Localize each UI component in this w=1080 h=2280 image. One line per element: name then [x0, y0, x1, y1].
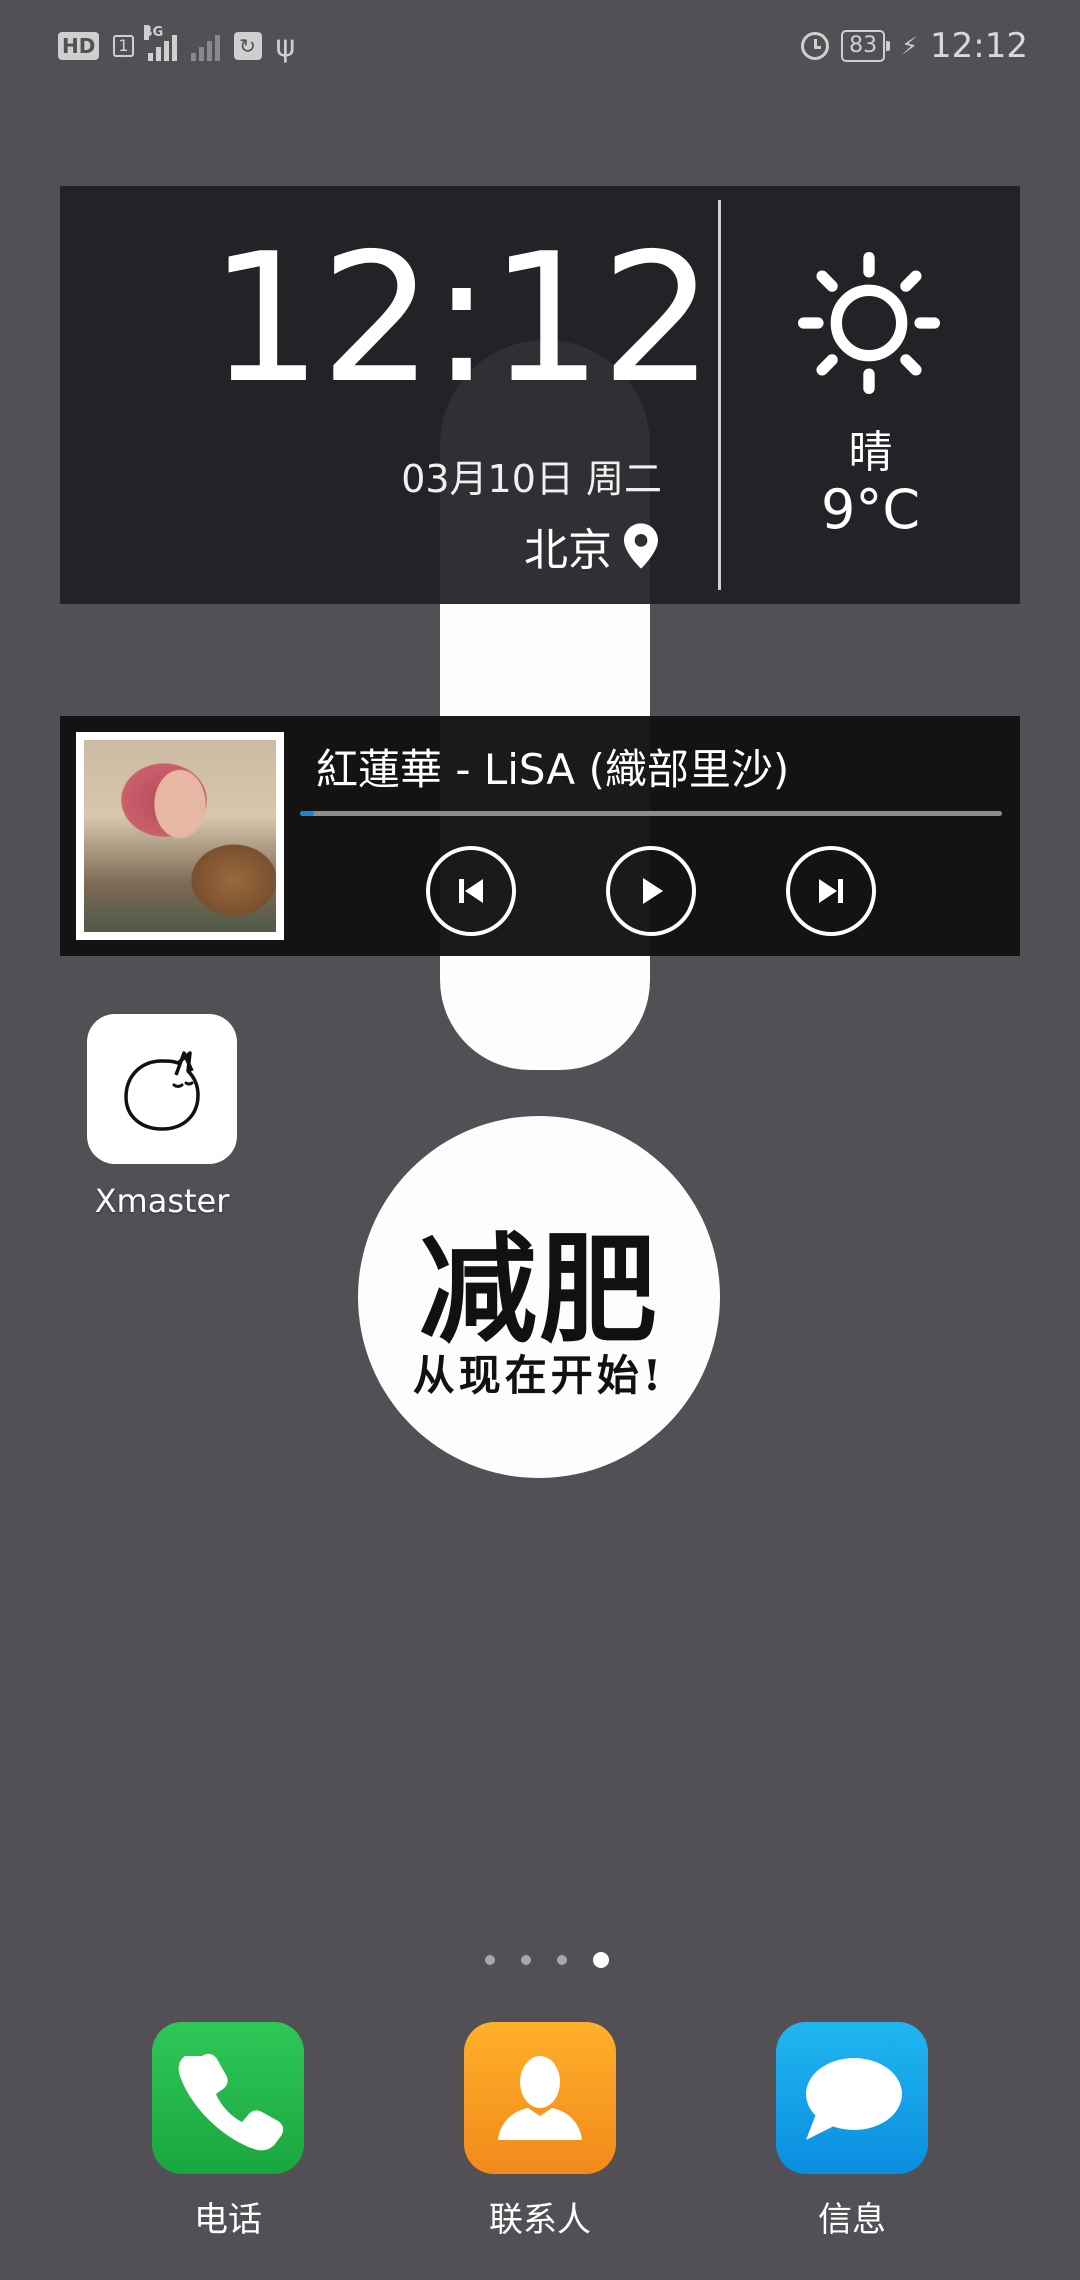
album-art[interactable]: [76, 732, 284, 940]
message-icon: [806, 2058, 902, 2140]
city-name: 北京: [524, 525, 612, 576]
status-bar: HD 1 4G ↻ ψ 83 ⚡ 12:12: [0, 0, 1080, 92]
status-bar-time: 12:12: [930, 26, 1028, 66]
alarm-icon: [801, 32, 830, 60]
network-type-label: 4G: [143, 25, 164, 40]
sun-icon: [798, 252, 940, 394]
wallpaper-headline: 减肥: [418, 1220, 659, 1359]
sim-slot-indicator: 1: [113, 35, 134, 57]
dock-app-phone[interactable]: 电话: [118, 2022, 338, 2241]
play-icon: [643, 878, 663, 904]
page-dot[interactable]: [521, 1955, 531, 1965]
sync-icon: ↻: [233, 32, 262, 60]
playback-progress-bar[interactable]: [300, 811, 1002, 816]
dock-label-contacts: 联系人: [489, 2200, 591, 2240]
no-signal-icon: [190, 31, 220, 61]
battery-level: 83: [841, 30, 891, 62]
page-dot-active[interactable]: [593, 1952, 609, 1968]
app-xmaster[interactable]: Xmaster: [54, 1014, 270, 1220]
wallpaper-exclamation-dot: 减肥 从现在开始!: [358, 1116, 720, 1478]
dock-label-messages: 信息: [818, 2200, 886, 2240]
contacts-icon: [498, 2056, 582, 2140]
signal-strength-icon: 4G: [143, 25, 177, 61]
play-button[interactable]: [606, 846, 696, 936]
contacts-app-icon[interactable]: [464, 2022, 616, 2174]
xmaster-app-icon[interactable]: [87, 1014, 237, 1164]
location-pin-icon: [624, 523, 658, 569]
dock-label-phone: 电话: [194, 2200, 262, 2240]
weather-panel[interactable]: 晴 9°C: [721, 186, 1020, 604]
page-dot[interactable]: [485, 1955, 495, 1965]
status-bar-left: HD 1 4G ↻ ψ: [58, 24, 295, 68]
widget-city: 北京: [524, 514, 658, 578]
usb-icon: ψ: [275, 28, 296, 64]
previous-track-button[interactable]: [426, 846, 516, 936]
music-player-widget[interactable]: 紅蓮華 - LiSA (織部里沙): [60, 716, 1020, 956]
messages-app-icon[interactable]: [776, 2022, 928, 2174]
dock-app-messages[interactable]: 信息: [742, 2022, 962, 2241]
skip-next-icon: [819, 879, 843, 903]
song-title: 紅蓮華 - LiSA (織部里沙): [316, 745, 790, 794]
app-label-xmaster: Xmaster: [94, 1182, 230, 1220]
page-dot[interactable]: [557, 1955, 567, 1965]
page-indicator[interactable]: [0, 1952, 1080, 1968]
next-track-button[interactable]: [786, 846, 876, 936]
phone-icon: [178, 2053, 284, 2151]
cat-icon: [124, 1051, 200, 1131]
status-bar-right: 83 ⚡ 12:12: [801, 22, 1028, 70]
weather-condition: 晴: [848, 427, 893, 478]
clock-weather-widget[interactable]: 12:12 03月10日 周二 北京 晴 9°C: [60, 186, 1020, 604]
hd-voice-icon: HD: [58, 32, 100, 60]
playback-progress-fill: [300, 811, 315, 816]
dock-app-contacts[interactable]: 联系人: [430, 2022, 650, 2241]
wallpaper-slogan: 从现在开始!: [412, 1351, 666, 1400]
widget-clock-time[interactable]: 12:12: [60, 230, 780, 408]
album-cover-image: [84, 740, 276, 932]
weather-temperature: 9°C: [820, 478, 921, 541]
charging-icon: ⚡: [901, 32, 919, 60]
widget-date: 03月10日 周二: [401, 457, 662, 501]
phone-app-icon[interactable]: [152, 2022, 304, 2174]
skip-previous-icon: [459, 879, 483, 903]
